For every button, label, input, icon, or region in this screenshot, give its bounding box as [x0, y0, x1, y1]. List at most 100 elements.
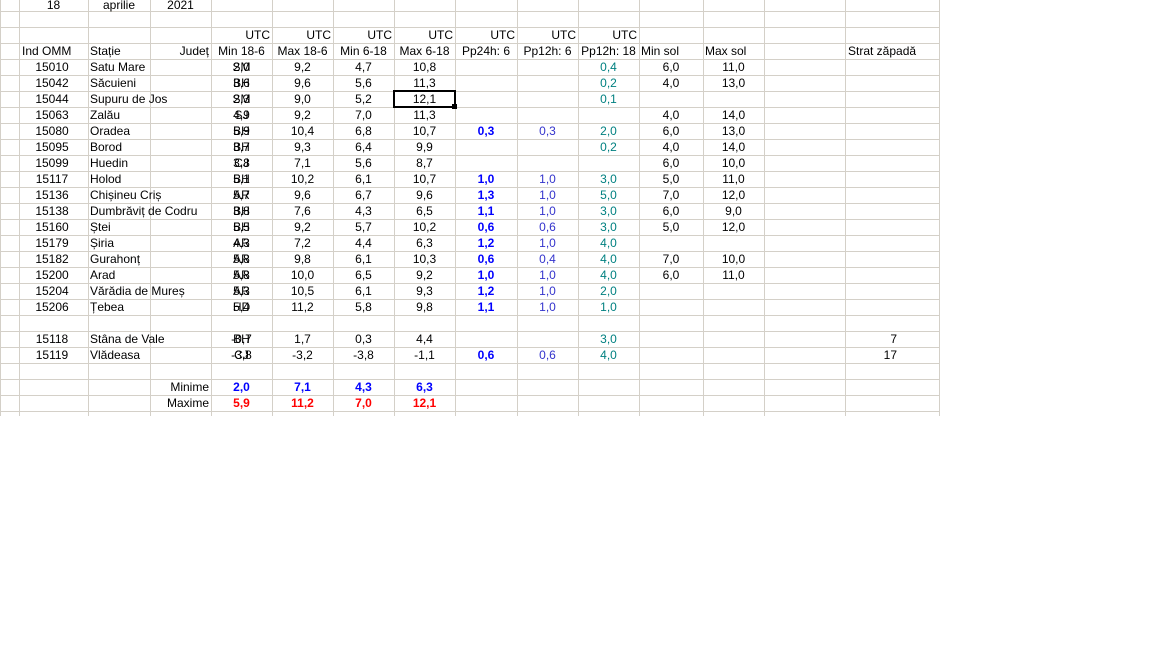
cell-r5-c2[interactable]: Oradea — [88, 123, 150, 139]
cell-r18-c10[interactable]: 3,0 — [578, 331, 639, 347]
cell-r8-c1[interactable]: 15117 — [22, 171, 82, 187]
fill-handle[interactable] — [452, 104, 457, 109]
cell-r18-c13[interactable]: 7 — [845, 331, 939, 347]
cell-r6-c12[interactable]: 14,0 — [703, 139, 764, 155]
cell-r9-c6[interactable]: 6,7 — [333, 187, 394, 203]
cell-r14-c4[interactable]: 5,8 — [211, 267, 272, 283]
cell-r9-c4[interactable]: 5,7 — [211, 187, 272, 203]
cell-r11-c6[interactable]: 5,7 — [333, 219, 394, 235]
cell-r14-c1[interactable]: 15200 — [22, 267, 82, 283]
cell-r19-c9[interactable]: 0,6 — [517, 347, 578, 363]
cell-r5-c6[interactable]: 6,8 — [333, 123, 394, 139]
utc-label[interactable]: UTC — [333, 27, 394, 43]
cell-r4-c5[interactable]: 9,2 — [272, 107, 333, 123]
column-header-11[interactable]: Min sol — [639, 43, 703, 59]
cell-r14-c12[interactable]: 11,0 — [703, 267, 764, 283]
cell-r16-c4[interactable]: 5,4 — [211, 299, 272, 315]
cell-r5-c12[interactable]: 13,0 — [703, 123, 764, 139]
column-header-5[interactable]: Max 18-6 — [272, 43, 333, 59]
cell-r8-c8[interactable]: 1,0 — [455, 171, 517, 187]
cell-r2-c5[interactable]: 9,6 — [272, 75, 333, 91]
cell-r6-c1[interactable]: 15095 — [22, 139, 82, 155]
summary-maxime-label[interactable]: Maxime — [150, 395, 211, 411]
cell-r16-c1[interactable]: 15206 — [22, 299, 82, 315]
cell-r8-c10[interactable]: 3,0 — [578, 171, 639, 187]
column-header-1[interactable]: Ind OMM — [20, 43, 89, 59]
cell-r13-c1[interactable]: 15182 — [22, 251, 82, 267]
cell-r6-c5[interactable]: 9,3 — [272, 139, 333, 155]
cell-r6-c11[interactable]: 4,0 — [639, 139, 703, 155]
cell-r6-c6[interactable]: 6,4 — [333, 139, 394, 155]
utc-label[interactable]: UTC — [272, 27, 333, 43]
cell-r7-c5[interactable]: 7,1 — [272, 155, 333, 171]
cell-r6-c7[interactable]: 9,9 — [394, 139, 455, 155]
cell-r11-c1[interactable]: 15160 — [22, 219, 82, 235]
cell-r10-c1[interactable]: 15138 — [22, 203, 82, 219]
cell-r15-c2[interactable]: Vărădia de Mureș — [88, 283, 185, 299]
column-header-2[interactable]: Stație — [88, 43, 150, 59]
cell-r10-c12[interactable]: 9,0 — [703, 203, 764, 219]
cell-r10-c5[interactable]: 7,6 — [272, 203, 333, 219]
cell-r15-c9[interactable]: 1,0 — [517, 283, 578, 299]
cell-r14-c5[interactable]: 10,0 — [272, 267, 333, 283]
cell-r10-c7[interactable]: 6,5 — [394, 203, 455, 219]
cell-r16-c8[interactable]: 1,1 — [455, 299, 517, 315]
cell-r9-c2[interactable]: Chișineu Criș — [88, 187, 161, 203]
cell-r8-c2[interactable]: Holod — [88, 171, 150, 187]
cell-r19-c4[interactable]: -3,8 — [211, 347, 272, 363]
cell-r10-c10[interactable]: 3,0 — [578, 203, 639, 219]
cell-r16-c5[interactable]: 11,2 — [272, 299, 333, 315]
date-month[interactable]: aprilie — [88, 0, 150, 13]
column-header-7[interactable]: Max 6-18 — [394, 43, 455, 59]
cell-r13-c7[interactable]: 10,3 — [394, 251, 455, 267]
cell-r13-c10[interactable]: 4,0 — [578, 251, 639, 267]
cell-r3-c1[interactable]: 15044 — [22, 91, 82, 107]
spreadsheet-grid[interactable]: 18 aprilie 2021 UTC UTC UTC UTC UTC UTC UTC Ind OM… — [0, 0, 940, 416]
selected-cell[interactable]: 12,1 — [393, 90, 456, 108]
cell-r5-c8[interactable]: 0,3 — [455, 123, 517, 139]
cell-r8-c5[interactable]: 10,2 — [272, 171, 333, 187]
cell-r11-c12[interactable]: 12,0 — [703, 219, 764, 235]
cell-r19-c1[interactable]: 15119 — [22, 347, 82, 363]
cell-r5-c9[interactable]: 0,3 — [517, 123, 578, 139]
cell-r2-c1[interactable]: 15042 — [22, 75, 82, 91]
cell-r19-c2[interactable]: Vlădeasa — [88, 347, 150, 363]
cell-r11-c5[interactable]: 9,2 — [272, 219, 333, 235]
cell-r12-c1[interactable]: 15179 — [22, 235, 82, 251]
cell-r15-c1[interactable]: 15204 — [22, 283, 82, 299]
cell-r10-c4[interactable]: 3,8 — [211, 203, 272, 219]
cell-r15-c5[interactable]: 10,5 — [272, 283, 333, 299]
cell-r5-c7[interactable]: 10,7 — [394, 123, 455, 139]
cell-r12-c6[interactable]: 4,4 — [333, 235, 394, 251]
cell-r7-c11[interactable]: 6,0 — [639, 155, 703, 171]
cell-r1-c6[interactable]: 4,7 — [333, 59, 394, 75]
column-header-3[interactable]: Județ — [150, 43, 211, 59]
cell-r1-c7[interactable]: 10,8 — [394, 59, 455, 75]
cell-r15-c4[interactable]: 5,3 — [211, 283, 272, 299]
cell-r12-c4[interactable]: 4,3 — [211, 235, 272, 251]
cell-r8-c12[interactable]: 11,0 — [703, 171, 764, 187]
column-header-9[interactable]: Pp12h: 6 — [517, 43, 578, 59]
cell-r4-c11[interactable]: 4,0 — [639, 107, 703, 123]
cell-r3-c10[interactable]: 0,1 — [578, 91, 639, 107]
cell-r15-c8[interactable]: 1,2 — [455, 283, 517, 299]
cell-r12-c7[interactable]: 6,3 — [394, 235, 455, 251]
cell-r19-c13[interactable]: 17 — [845, 347, 939, 363]
cell-r3-c5[interactable]: 9,0 — [272, 91, 333, 107]
cell-r1-c2[interactable]: Satu Mare — [88, 59, 150, 75]
cell-r12-c5[interactable]: 7,2 — [272, 235, 333, 251]
cell-r13-c12[interactable]: 10,0 — [703, 251, 764, 267]
cell-r16-c6[interactable]: 5,8 — [333, 299, 394, 315]
cell-r16-c9[interactable]: 1,0 — [517, 299, 578, 315]
summary-minime-1[interactable]: 2,0 — [211, 379, 272, 395]
cell-r15-c6[interactable]: 6,1 — [333, 283, 394, 299]
utc-label[interactable]: UTC — [578, 27, 639, 43]
utc-label[interactable]: UTC — [211, 27, 272, 43]
cell-r12-c10[interactable]: 4,0 — [578, 235, 639, 251]
cell-r15-c10[interactable]: 2,0 — [578, 283, 639, 299]
cell-r2-c2[interactable]: Săcuieni — [88, 75, 150, 91]
cell-r6-c4[interactable]: 3,7 — [211, 139, 272, 155]
cell-r7-c7[interactable]: 8,7 — [394, 155, 455, 171]
cell-r7-c6[interactable]: 5,6 — [333, 155, 394, 171]
cell-r14-c11[interactable]: 6,0 — [639, 267, 703, 283]
